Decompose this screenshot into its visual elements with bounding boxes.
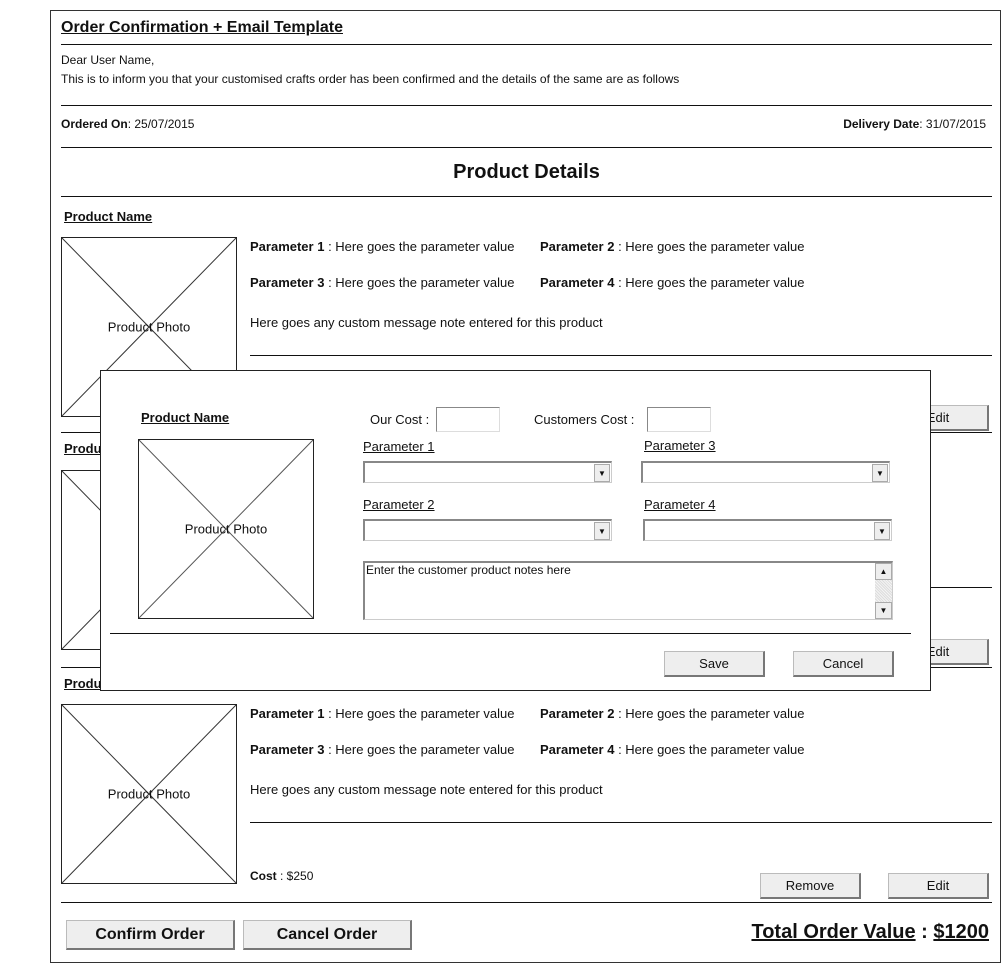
- customers-cost-input[interactable]: [647, 407, 711, 432]
- param-4: Parameter 4 : Here goes the parameter va…: [540, 275, 805, 290]
- ordered-on: Ordered On: 25/07/2015: [61, 117, 194, 131]
- parameter-3-select[interactable]: ▼: [641, 461, 890, 483]
- confirm-order-button[interactable]: Confirm Order: [66, 920, 235, 950]
- divider: [250, 822, 992, 823]
- product-note: Here goes any custom message note entere…: [250, 315, 603, 330]
- param-3: Parameter 3 : Here goes the parameter va…: [250, 275, 515, 290]
- param-1: Parameter 1 : Here goes the parameter va…: [250, 239, 515, 254]
- ordered-on-value: : 25/07/2015: [127, 117, 195, 131]
- product-note: Here goes any custom message note entere…: [250, 782, 603, 797]
- chevron-down-icon[interactable]: ▼: [874, 522, 890, 540]
- ordered-on-label: Ordered On: [61, 117, 128, 131]
- edit-product-modal: Product Name Product Photo Our Cost : Cu…: [100, 370, 931, 691]
- param-2: Parameter 2 : Here goes the parameter va…: [540, 706, 805, 721]
- chevron-down-icon[interactable]: ▼: [594, 522, 610, 540]
- page-title: Order Confirmation + Email Template: [61, 19, 343, 36]
- chevron-down-icon[interactable]: ▼: [872, 464, 888, 482]
- product-cost: Cost : $250: [250, 869, 314, 883]
- param-2: Parameter 2 : Here goes the parameter va…: [540, 239, 805, 254]
- parameter-4-select[interactable]: ▼: [643, 519, 892, 541]
- greeting: Dear User Name,: [61, 53, 155, 67]
- scroll-down-icon[interactable]: ▼: [875, 602, 892, 619]
- cancel-button[interactable]: Cancel: [793, 651, 894, 677]
- divider: [61, 44, 992, 45]
- save-button[interactable]: Save: [664, 651, 765, 677]
- divider: [61, 105, 992, 106]
- product-notes-textarea[interactable]: Enter the customer product notes here ▲ …: [363, 561, 893, 620]
- param-4: Parameter 4 : Here goes the parameter va…: [540, 742, 805, 757]
- delivery-date: Delivery Date: 31/07/2015: [843, 117, 986, 131]
- total-order-value: Total Order Value : $1200: [751, 921, 989, 943]
- intro-text: This is to inform you that your customis…: [61, 72, 680, 86]
- notes-placeholder: Enter the customer product notes here: [366, 563, 571, 577]
- modal-product-name: Product Name: [141, 410, 230, 425]
- remove-button[interactable]: Remove: [760, 873, 861, 899]
- parameter-3-label: Parameter 3: [644, 438, 716, 453]
- parameter-2-label: Parameter 2: [363, 497, 435, 512]
- parameter-2-select[interactable]: ▼: [363, 519, 612, 541]
- cancel-order-button[interactable]: Cancel Order: [243, 920, 412, 950]
- product-name[interactable]: Produ: [64, 441, 102, 456]
- edit-button[interactable]: Edit: [888, 873, 989, 899]
- divider: [250, 355, 992, 356]
- our-cost-label: Our Cost :: [370, 412, 430, 427]
- parameter-1-select[interactable]: ▼: [363, 461, 612, 483]
- divider: [61, 902, 992, 903]
- product-photo: Product Photo: [61, 704, 237, 884]
- product-name[interactable]: Product Name: [64, 209, 152, 224]
- parameter-1-label: Parameter 1: [363, 439, 435, 454]
- scroll-up-icon[interactable]: ▲: [875, 563, 892, 580]
- section-title: Product Details: [453, 161, 600, 183]
- modal-product-photo[interactable]: Product Photo: [138, 439, 314, 619]
- param-1: Parameter 1 : Here goes the parameter va…: [250, 706, 515, 721]
- our-cost-input[interactable]: [436, 407, 500, 432]
- param-3: Parameter 3 : Here goes the parameter va…: [250, 742, 515, 757]
- divider: [61, 147, 992, 148]
- delivery-date-label: Delivery Date: [843, 117, 920, 131]
- divider: [110, 633, 911, 634]
- product-name[interactable]: Produ: [64, 676, 102, 691]
- customers-cost-label: Customers Cost :: [534, 412, 635, 427]
- delivery-date-value: : 31/07/2015: [919, 117, 986, 131]
- chevron-down-icon[interactable]: ▼: [594, 464, 610, 482]
- notes-scrollbar[interactable]: ▲ ▼: [875, 563, 892, 619]
- parameter-4-label: Parameter 4: [644, 497, 716, 512]
- divider: [61, 196, 992, 197]
